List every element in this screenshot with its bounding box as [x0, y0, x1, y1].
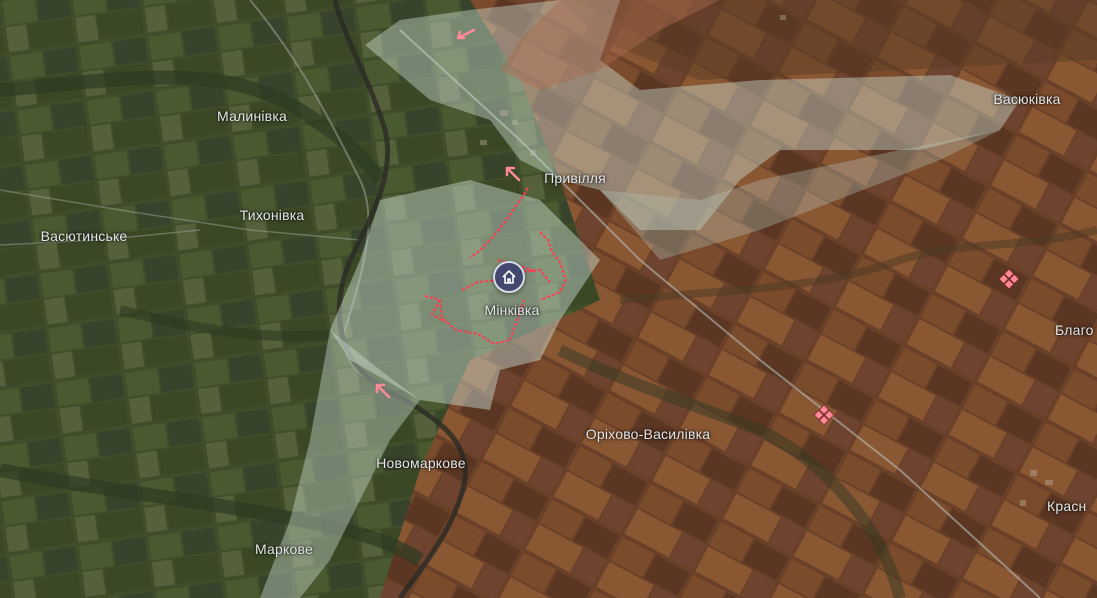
place-label-krasne: Красн	[1047, 498, 1087, 514]
place-label-orikhovo-vasylivka: Оріхово-Василівка	[585, 426, 711, 442]
place-label-vasiutynske: Васютинське	[40, 228, 128, 244]
satellite-base	[0, 0, 1097, 598]
map-view[interactable]: Малинівка Тихонівка Васютинське Привілля…	[0, 0, 1097, 598]
place-label-blaho: Благо	[1055, 322, 1094, 338]
arrow-icon[interactable]	[501, 162, 523, 189]
place-label-vasiukivka: Васюківка	[993, 91, 1061, 107]
diamond-icon[interactable]	[996, 266, 1022, 297]
place-label-tykhonivka: Тихонівка	[239, 207, 305, 223]
place-label-malynivka: Малинівка	[217, 108, 287, 124]
arrow-icon[interactable]	[452, 24, 476, 49]
place-label-pryvillia: Привілля	[544, 170, 606, 186]
place-label-minkivka: Мінківка	[484, 302, 540, 318]
place-label-markove: Маркове	[255, 541, 313, 557]
place-label-novomarkove: Новомаркове	[376, 455, 466, 471]
diamond-icon[interactable]	[811, 402, 837, 433]
arrow-icon[interactable]	[371, 379, 393, 406]
house-icon[interactable]	[493, 261, 525, 293]
